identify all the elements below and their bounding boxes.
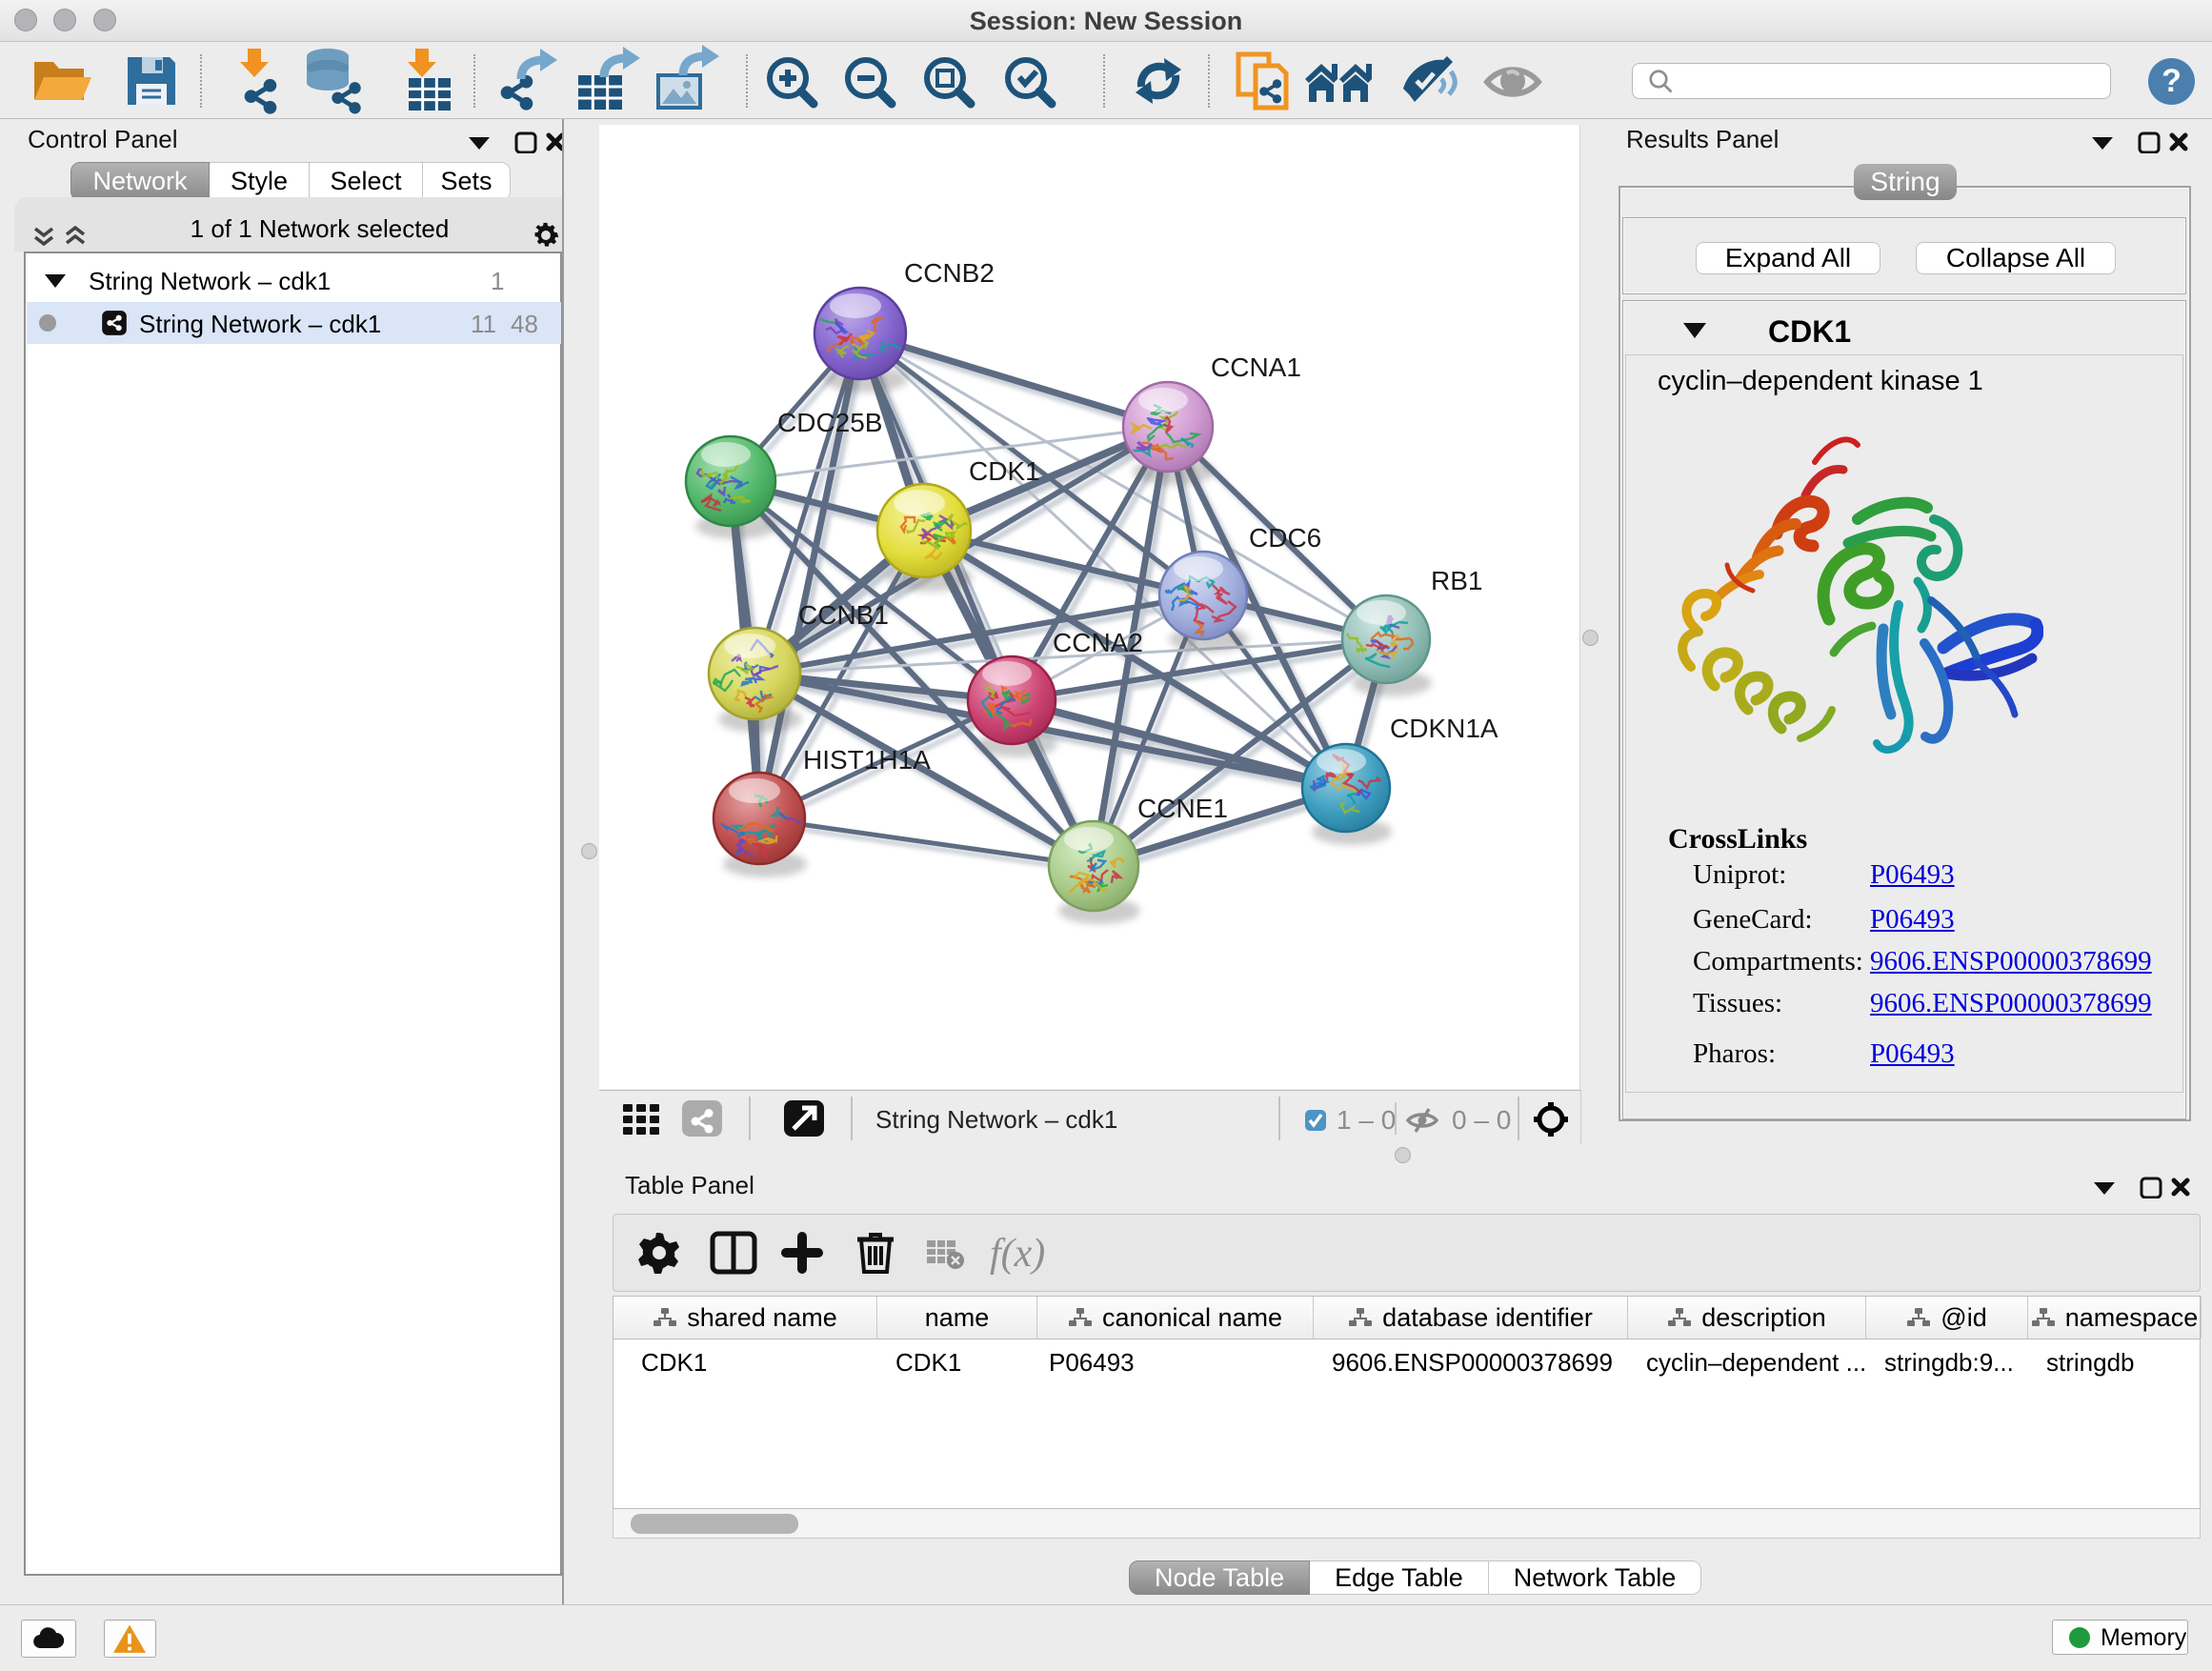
svg-text:CCNB1: CCNB1 <box>798 600 889 630</box>
svg-text:CCNE1: CCNE1 <box>1137 794 1228 823</box>
svg-text:CDK1: CDK1 <box>969 456 1040 486</box>
svg-text:CDC6: CDC6 <box>1249 523 1321 553</box>
svg-text:1 – 0: 1 – 0 <box>1337 1105 1396 1135</box>
svg-text:CDKN1A: CDKN1A <box>1390 714 1498 743</box>
svg-text:CCNB2: CCNB2 <box>904 258 995 288</box>
svg-text:CCNA1: CCNA1 <box>1211 352 1301 382</box>
svg-text:HIST1H1A: HIST1H1A <box>803 745 931 775</box>
svg-text:RB1: RB1 <box>1431 566 1482 595</box>
svg-text:0 – 0: 0 – 0 <box>1452 1105 1511 1135</box>
svg-text:String Network – cdk1: String Network – cdk1 <box>875 1105 1117 1134</box>
svg-text:f(x): f(x) <box>990 1232 1045 1276</box>
svg-text:CCNA2: CCNA2 <box>1053 628 1143 657</box>
svg-text:CDC25B: CDC25B <box>777 408 882 437</box>
